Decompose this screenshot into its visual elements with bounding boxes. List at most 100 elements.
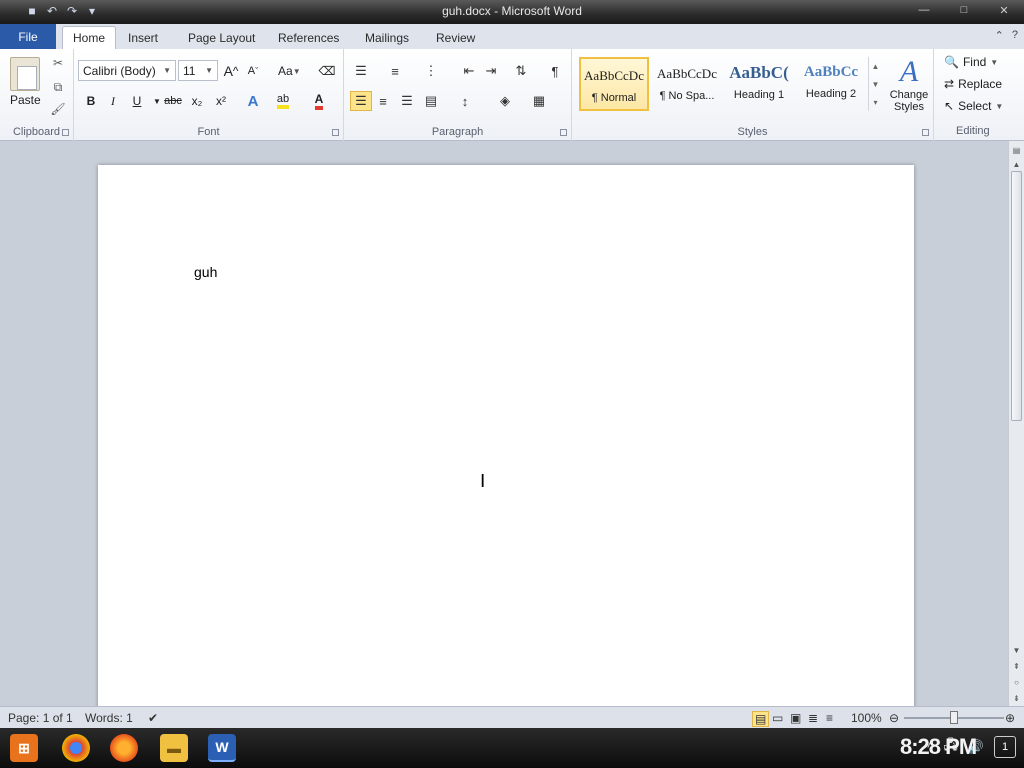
replace-button[interactable]: ⇄ Replace [944,77,1002,91]
underline-button[interactable]: U [128,91,146,111]
word-taskbar-icon[interactable]: W [208,734,236,762]
select-button[interactable]: ↖ Select ▼ [944,99,1003,113]
chrome-icon[interactable] [62,734,90,762]
show-formatting-button[interactable]: ¶ [544,61,566,81]
style-heading-2[interactable]: AaBbCc Heading 2 [796,57,866,111]
title-bar: ■ ↶ ↷ ▾ guh.docx - Microsoft Word — □ ✕ [0,0,1024,24]
file-explorer-icon[interactable]: ▬ [160,734,188,762]
change-case-button[interactable]: Aa ▼ [278,61,301,81]
font-color-button[interactable]: A [310,91,328,111]
italic-button[interactable]: I [104,91,122,111]
document-page[interactable]: guh [98,165,914,706]
minimize-button[interactable]: — [904,0,944,20]
tab-mailings[interactable]: Mailings [355,26,419,49]
clipboard-launcher-icon[interactable] [62,129,69,136]
format-painter-icon[interactable]: 🖌 [50,101,66,117]
maximize-button[interactable]: □ [944,0,984,20]
find-label: Find [962,55,987,69]
word-count[interactable]: Words: 1 [85,711,133,725]
copy-icon[interactable]: ⧉ [50,79,66,95]
next-page-icon[interactable]: ⇟ [1009,691,1024,705]
start-button-icon[interactable]: ⊞ [10,734,38,762]
scroll-down-icon[interactable]: ▼ [1009,643,1024,657]
paste-icon[interactable] [10,57,40,91]
select-browse-object-icon[interactable]: ○ [1009,675,1024,689]
superscript-button[interactable]: x² [212,91,230,111]
ruler-toggle-icon[interactable]: ▤ [1009,143,1024,157]
paragraph-group: ☰ ≡ ⋮ ⇤ ⇥ ⇅ ¶ ☰ ≡ ☰ ▤ ↕ ◈ ▦ Paragraph [344,49,572,141]
font-launcher-icon[interactable] [332,129,339,136]
vertical-scrollbar[interactable]: ▤ ▲ ▼ ⇞ ○ ⇟ [1008,141,1024,706]
scrollbar-thumb[interactable] [1011,171,1022,421]
font-size-select[interactable]: 11 ▼ [178,60,218,81]
highlight-color-button[interactable]: ab [274,91,292,111]
proofing-icon[interactable]: ✔ [148,711,158,725]
chevron-down-icon: ▼ [205,66,213,75]
decrease-indent-icon[interactable]: ⇤ [458,61,480,81]
font-name-value: Calibri (Body) [83,63,156,78]
styles-gallery-scroller[interactable]: ▲ ▼ ▾ [868,57,882,111]
change-styles-icon: A [899,55,919,88]
zoom-slider-thumb[interactable] [950,711,958,724]
zoom-level[interactable]: 100% [851,711,882,725]
chevron-down-icon[interactable]: ▼ [872,80,880,89]
tab-page-layout[interactable]: Page Layout [178,26,265,49]
paragraph-launcher-icon[interactable] [560,129,567,136]
tab-review[interactable]: Review [426,26,485,49]
close-button[interactable]: ✕ [984,0,1024,20]
full-screen-reading-icon[interactable]: ▭ [772,711,783,725]
taskbar-clock[interactable]: 8:28 PM [900,734,977,760]
font-name-select[interactable]: Calibri (Body) ▼ [78,60,176,81]
taskbar: ⊞ ▬ W ^ 🖧 🔊 8:28 PM 1 [0,728,1024,768]
previous-page-icon[interactable]: ⇞ [1009,659,1024,673]
minimize-ribbon-icon[interactable]: ⌃ [995,29,1004,42]
firefox-icon[interactable] [110,734,138,762]
increase-indent-icon[interactable]: ⇥ [480,61,502,81]
print-layout-view-icon[interactable]: ▤ [752,711,770,727]
bold-button[interactable]: B [82,91,100,111]
multilevel-list-icon[interactable]: ⋮ [420,61,442,81]
text-effects-icon[interactable]: A [244,91,262,111]
paste-button[interactable]: Paste [10,93,41,107]
sort-icon[interactable]: ⇅ [510,61,532,81]
tab-file[interactable]: File [0,24,56,49]
style-no-spacing[interactable]: AaBbCcDc ¶ No Spa... [652,57,722,111]
subscript-button[interactable]: x₂ [188,91,206,111]
find-button[interactable]: 🔍 Find ▼ [944,55,998,69]
grow-font-button[interactable]: A ^ [222,61,240,81]
zoom-in-icon[interactable]: ⊕ [1005,711,1015,725]
notification-center-button[interactable]: 1 [994,736,1016,758]
tab-insert[interactable]: Insert [118,26,168,49]
scroll-up-icon[interactable]: ▲ [1009,157,1024,171]
align-center-icon[interactable]: ≡ [372,91,394,111]
help-icon[interactable]: ? [1012,29,1018,42]
align-right-icon[interactable]: ☰ [396,91,418,111]
borders-icon[interactable]: ▦ [528,91,550,111]
status-bar: Page: 1 of 1 Words: 1 ✔ ▤ ▭ ▣ ≣ ≡ 100% ⊖… [0,706,1024,728]
shrink-font-button[interactable]: Aˇ [244,61,262,81]
zoom-out-icon[interactable]: ⊖ [889,711,899,725]
tab-home[interactable]: Home [62,26,117,49]
strikethrough-button[interactable]: abc [164,91,182,111]
draft-view-icon[interactable]: ≡ [826,711,833,725]
shading-icon[interactable]: ◈ [494,91,516,111]
page-count[interactable]: Page: 1 of 1 [8,711,73,725]
justify-icon[interactable]: ▤ [420,91,442,111]
document-text[interactable]: guh [194,264,217,280]
style-heading-1[interactable]: AaBbC( Heading 1 [724,57,794,111]
style-sample: AaBbCc [803,64,859,80]
line-spacing-icon[interactable]: ↕ [454,91,476,111]
cut-icon[interactable]: ✂ [50,55,66,71]
style-normal[interactable]: AaBbCcDc ¶ Normal [579,57,649,111]
web-layout-icon[interactable]: ▣ [790,711,801,725]
clear-formatting-icon[interactable]: ⌫ [318,61,336,81]
bullets-icon[interactable]: ☰ [350,61,372,81]
align-left-icon[interactable]: ☰ [350,91,372,111]
chevron-up-icon[interactable]: ▲ [872,62,880,71]
outline-view-icon[interactable]: ≣ [808,711,818,725]
more-styles-icon[interactable]: ▾ [873,98,877,107]
tab-references[interactable]: References [268,26,349,49]
change-styles-button[interactable]: A Change Styles [886,55,932,113]
styles-launcher-icon[interactable] [922,129,929,136]
numbering-icon[interactable]: ≡ [384,61,406,81]
